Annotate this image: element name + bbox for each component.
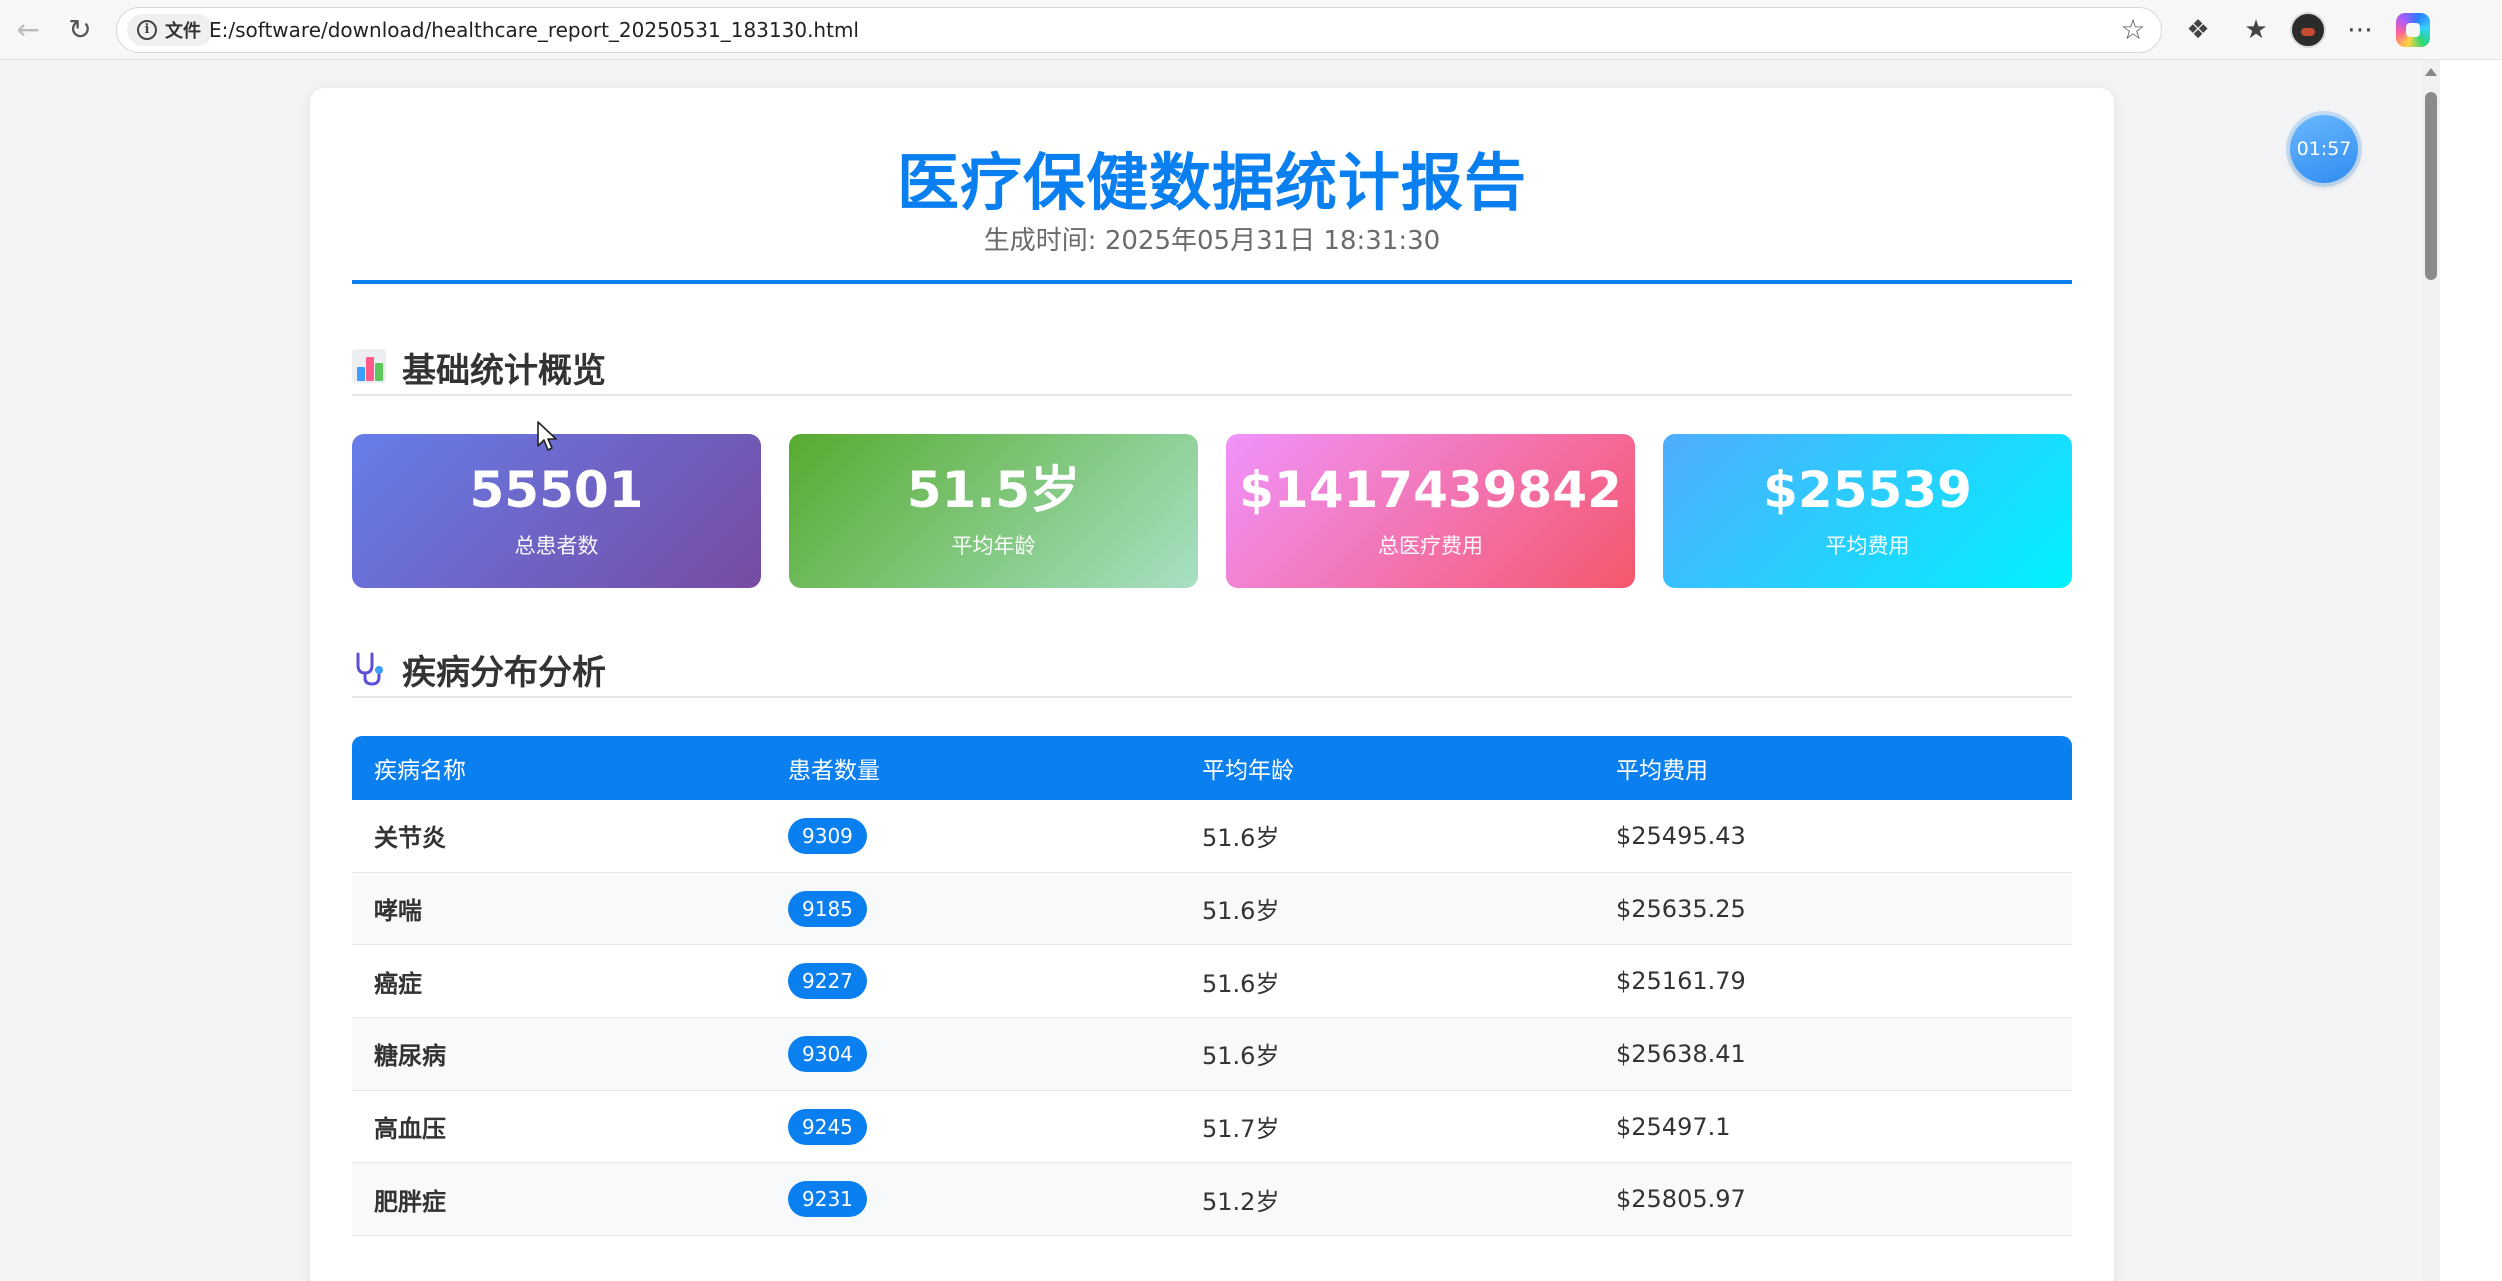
column-header-cost: 平均费用	[1616, 758, 1708, 784]
disease-name: 肥胖症	[374, 1187, 446, 1216]
average-cost: $25497.1	[1616, 1112, 1731, 1141]
site-info-label: 文件	[165, 21, 201, 42]
count-cell: 9309	[766, 817, 1180, 854]
column-header-disease: 疾病名称	[374, 758, 466, 784]
disease-table: 疾病名称 患者数量 平均年龄 平均费用 关节炎 9309 51.6岁 $2549…	[352, 736, 2072, 1237]
timer-badge[interactable]: 01:57	[2290, 115, 2358, 183]
disease-name: 哮喘	[374, 897, 422, 926]
sidebar-strip	[2440, 60, 2502, 1281]
average-cost: $25161.79	[1616, 967, 1746, 996]
disease-name: 高血压	[374, 1115, 446, 1144]
scroll-up-arrow-icon[interactable]	[2425, 68, 2437, 76]
info-icon: i	[137, 20, 157, 40]
average-age: 51.6岁	[1202, 1042, 1280, 1071]
count-cell: 9245	[766, 1108, 1180, 1145]
mouse-cursor-icon	[537, 421, 557, 451]
scroll-thumb[interactable]	[2425, 92, 2437, 280]
bar-chart-icon	[352, 349, 388, 385]
table-row: 高血压 9245 51.7岁 $25497.1	[352, 1091, 2072, 1164]
stat-label: 平均费用	[1825, 534, 1910, 558]
average-cost: $25495.43	[1616, 821, 1746, 850]
more-menu-icon[interactable]: ⋯	[2340, 10, 2380, 50]
average-age: 51.2岁	[1202, 1187, 1280, 1216]
table-row: 肥胖症 9231 51.2岁 $25805.97	[352, 1163, 2072, 1237]
patient-count-badge: 9231	[788, 1181, 867, 1218]
average-age: 51.6岁	[1202, 897, 1280, 926]
column-header-count: 患者数量	[788, 758, 880, 784]
column-header-age: 平均年龄	[1202, 758, 1294, 784]
site-info-button[interactable]: i 文件	[127, 14, 213, 46]
patient-count-badge: 9309	[788, 817, 867, 854]
report-generated-time: 生成时间: 2025年05月31日 18:31:30	[983, 226, 1441, 256]
average-cost: $25638.41	[1616, 1039, 1746, 1068]
stat-card-average-age: 51.5岁 平均年龄	[789, 434, 1198, 588]
patient-count-badge: 9245	[788, 1108, 867, 1145]
patient-count-badge: 9227	[788, 963, 867, 1000]
reload-icon[interactable]: ↻	[60, 10, 100, 50]
stat-card-average-cost: $25539 平均费用	[1663, 434, 2072, 588]
stat-card-total-cost: $1417439842 总医疗费用	[1226, 434, 1635, 588]
profile-avatar[interactable]	[2290, 12, 2326, 48]
disease-section-header: 疾病分布分析	[352, 642, 2072, 698]
table-row: 癌症 9227 51.6岁 $25161.79	[352, 945, 2072, 1019]
table-row: 糖尿病 9304 51.6岁 $25638.41	[352, 1018, 2072, 1091]
count-cell: 9227	[766, 963, 1180, 1000]
title-divider	[352, 280, 2072, 284]
favorite-star-icon[interactable]: ☆	[2117, 14, 2149, 46]
address-bar[interactable]: i 文件 E:/software/download/healthcare_rep…	[116, 7, 2162, 53]
copilot-icon[interactable]	[2396, 13, 2430, 47]
count-cell: 9231	[766, 1181, 1180, 1218]
stat-value: 55501	[469, 461, 644, 519]
stethoscope-icon	[352, 651, 388, 687]
count-cell: 9304	[766, 1035, 1180, 1072]
average-age: 51.6岁	[1202, 824, 1280, 853]
stat-cards: 55501 总患者数 51.5岁 平均年龄 $1417439842 总医疗费用 …	[352, 434, 2072, 588]
disease-name: 关节炎	[374, 824, 446, 853]
stat-label: 总医疗费用	[1378, 534, 1483, 558]
average-cost: $25635.25	[1616, 894, 1746, 923]
count-cell: 9185	[766, 890, 1180, 927]
stat-value: $25539	[1763, 461, 1972, 519]
overview-section-header: 基础统计概览	[352, 340, 2072, 396]
table-row: 哮喘 9185 51.6岁 $25635.25	[352, 872, 2072, 946]
stat-card-total-patients: 55501 总患者数	[352, 434, 761, 588]
disease-name: 糖尿病	[374, 1042, 446, 1071]
average-cost: $25805.97	[1616, 1185, 1746, 1214]
page-scrollbar[interactable]	[2422, 60, 2440, 1281]
average-age: 51.6岁	[1202, 969, 1280, 998]
overview-title: 基础统计概览	[402, 350, 606, 391]
table-header: 疾病名称 患者数量 平均年龄 平均费用	[352, 736, 2072, 800]
disease-title: 疾病分布分析	[402, 652, 606, 693]
extensions-icon[interactable]: ❖	[2178, 10, 2218, 50]
patient-count-badge: 9185	[788, 890, 867, 927]
back-icon[interactable]: ←	[8, 10, 48, 50]
favorites-icon[interactable]: ★	[2236, 10, 2276, 50]
table-row: 关节炎 9309 51.6岁 $25495.43	[352, 800, 2072, 873]
average-age: 51.7岁	[1202, 1115, 1280, 1144]
url-text[interactable]: E:/software/download/healthcare_report_2…	[209, 8, 859, 52]
report-container: 医疗保健数据统计报告 生成时间: 2025年05月31日 18:31:30 基础…	[310, 88, 2114, 1281]
disease-name: 癌症	[374, 969, 422, 998]
browser-toolbar: ← ↻ i 文件 E:/software/download/healthcare…	[0, 0, 2502, 60]
stat-label: 总患者数	[514, 534, 599, 558]
patient-count-badge: 9304	[788, 1035, 867, 1072]
report-title: 医疗保健数据统计报告	[896, 146, 1527, 219]
stat-value: 51.5岁	[906, 461, 1081, 519]
stat-label: 平均年龄	[951, 534, 1036, 558]
stat-value: $1417439842	[1239, 461, 1622, 519]
